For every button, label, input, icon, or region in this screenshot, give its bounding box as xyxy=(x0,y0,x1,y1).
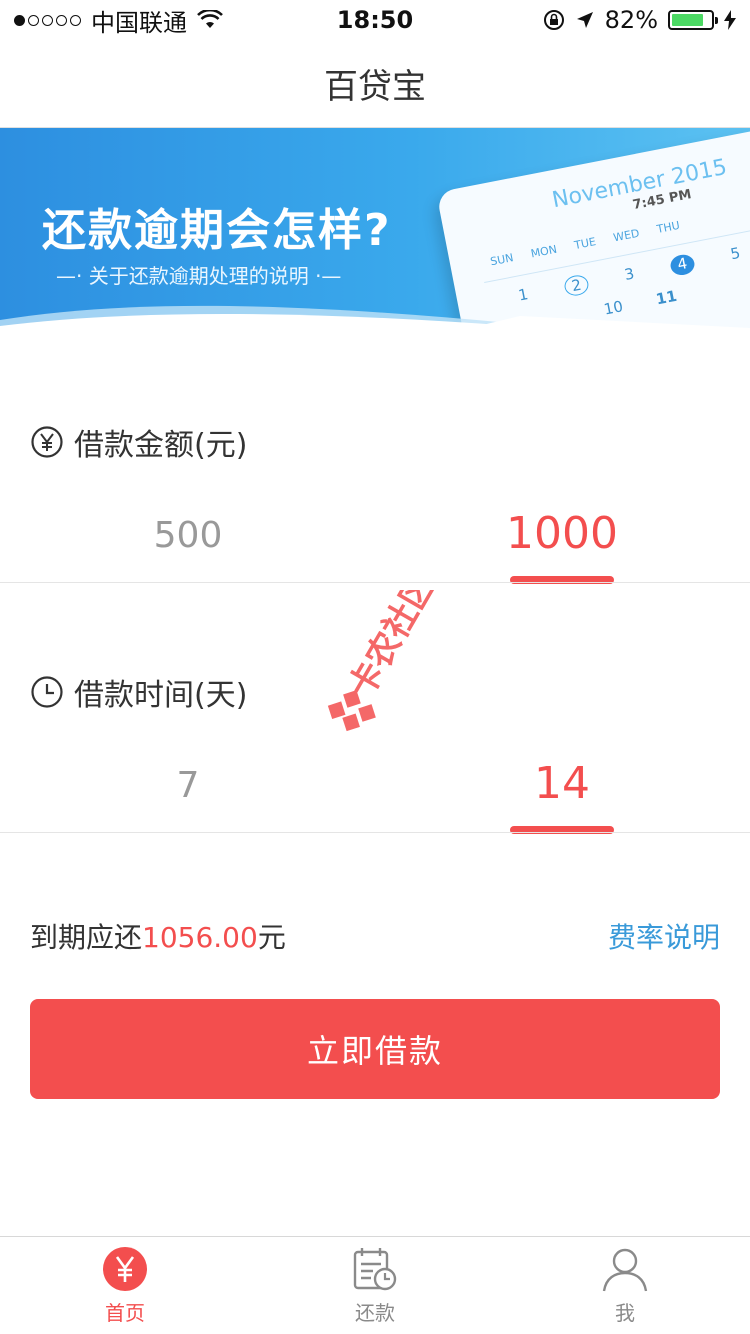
duration-option-7[interactable]: 7 xyxy=(38,765,338,806)
tab-home-label: 首页 xyxy=(105,1301,145,1325)
battery-percent: 82% xyxy=(604,6,658,34)
due-summary: 到期应还1056.00元 xyxy=(30,916,286,956)
watermark-logo: 卡农社区 xyxy=(327,590,444,732)
battery-fill xyxy=(672,14,704,26)
status-bar: 中国联通 18:50 82% xyxy=(0,0,750,40)
watermark-text: 卡农社区 xyxy=(341,590,444,705)
due-prefix: 到期应还 xyxy=(30,921,143,954)
tab-me-label: 我 xyxy=(615,1301,635,1325)
borrow-now-button[interactable]: 立即借款 xyxy=(30,999,720,1099)
user-icon xyxy=(602,1248,648,1292)
wifi-icon xyxy=(197,10,223,28)
signal-strength-icon xyxy=(14,14,81,26)
tab-me[interactable]: 我 xyxy=(500,1237,750,1334)
nav-bar: 百贷宝 xyxy=(0,40,750,128)
loan-duration-text: 借款时间(天) xyxy=(74,678,248,713)
rate-info-link[interactable]: 费率说明 xyxy=(608,916,720,956)
tab-repayment-label: 还款 xyxy=(355,1301,395,1325)
tab-bar: 首页 还款 我 xyxy=(0,1236,750,1334)
charging-bolt-icon xyxy=(724,10,736,30)
due-suffix: 元 xyxy=(257,921,286,954)
amount-option-500[interactable]: 500 xyxy=(38,515,338,556)
banner-title: 还款逾期会怎样? xyxy=(42,205,392,256)
duration-option-14[interactable]: 14 xyxy=(412,758,712,809)
loan-duration-label: 借款时间(天) xyxy=(30,670,247,714)
tab-repayment[interactable]: 还款 xyxy=(250,1237,500,1334)
due-row: 到期应还1056.00元 费率说明 xyxy=(30,916,720,956)
battery-icon xyxy=(668,10,718,30)
calendar-clock-icon xyxy=(353,1248,397,1291)
rotation-lock-icon xyxy=(543,10,564,30)
due-amount: 1056.00 xyxy=(142,921,258,954)
overdue-info-banner[interactable]: November 2015 7:45 PM SUN MON TUE WED TH… xyxy=(0,128,750,328)
loan-amount-label: 借款金额(元) xyxy=(30,420,247,464)
clock-icon xyxy=(31,676,63,708)
page-title: 百贷宝 xyxy=(324,67,426,107)
location-arrow-icon xyxy=(576,12,593,28)
status-right: 82% xyxy=(543,6,736,34)
banner-subtitle: —· 关于还款逾期处理的说明 ·— xyxy=(56,264,342,288)
yuan-icon xyxy=(103,1247,147,1291)
yuan-circle-icon xyxy=(31,426,63,458)
loan-amount-text: 借款金额(元) xyxy=(74,428,248,463)
carrier-name: 中国联通 xyxy=(91,8,187,37)
tab-home[interactable]: 首页 xyxy=(0,1237,250,1334)
amount-option-1000[interactable]: 1000 xyxy=(412,508,712,559)
divider xyxy=(0,832,750,833)
status-left: 中国联通 xyxy=(14,3,223,38)
divider xyxy=(0,582,750,583)
